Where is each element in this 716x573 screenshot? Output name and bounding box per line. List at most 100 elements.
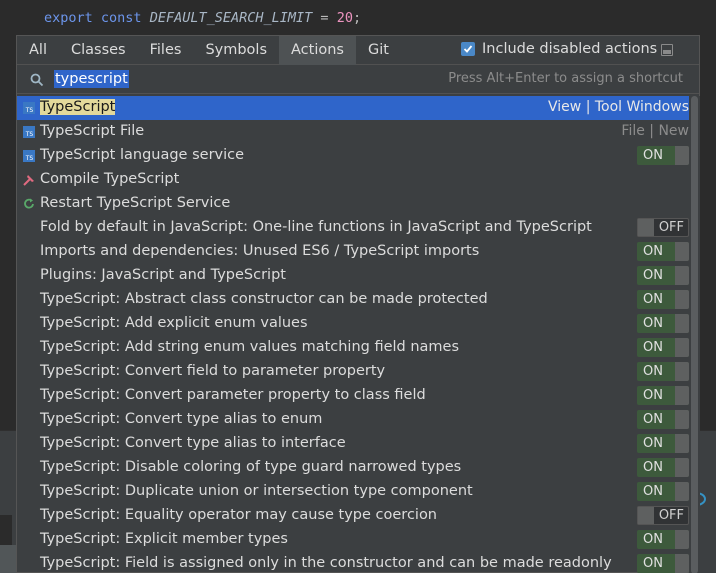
code-number: 20	[336, 10, 353, 26]
toggle-knob	[638, 507, 654, 524]
results-list: TS TypeScript View | Tool Windows TS TypeScr…	[17, 96, 689, 573]
code-constant-name: DEFAULT_SEARCH_LIMIT	[149, 10, 313, 26]
action-label: TypeScript: Convert field to parameter p…	[40, 363, 386, 379]
code-operator: =	[320, 10, 329, 26]
option-toggle[interactable]: ON	[637, 458, 689, 477]
toggle-knob	[675, 314, 689, 333]
svg-text:TS: TS	[25, 155, 34, 162]
code-terminator: ;	[352, 10, 362, 26]
action-location: View | Tool Windows	[548, 99, 689, 115]
action-item[interactable]: TypeScript: Add string enum values match…	[17, 336, 689, 360]
action-item[interactable]: Imports and dependencies: Unused ES6 / T…	[17, 240, 689, 264]
code-line: export const DEFAULT_SEARCH_LIMIT = 20;	[44, 10, 361, 26]
option-toggle[interactable]: ON	[637, 434, 689, 453]
restart-icon	[24, 198, 34, 209]
scrollbar[interactable]	[689, 96, 700, 573]
code-keyword-export: export	[44, 10, 93, 26]
action-item[interactable]: TypeScript: Equality operator may cause …	[17, 504, 689, 528]
option-toggle[interactable]: OFF	[637, 218, 689, 237]
toggle-state: ON	[643, 484, 663, 499]
action-item[interactable]: TypeScript: Field is assigned only in th…	[17, 552, 689, 573]
action-item[interactable]: TypeScript: Convert field to parameter p…	[17, 360, 689, 384]
action-item[interactable]: Compile TypeScript	[17, 168, 689, 192]
toggle-state: ON	[643, 148, 663, 163]
toggle-knob	[675, 554, 689, 573]
svg-text:TS: TS	[25, 107, 34, 114]
toggle-state: OFF	[658, 220, 684, 235]
action-label: Compile TypeScript	[40, 171, 180, 187]
ts-icon: TS	[23, 102, 35, 114]
action-item[interactable]: TypeScript: Explicit member types ON	[17, 528, 689, 552]
tab-files[interactable]: Files	[138, 36, 194, 65]
toggle-knob	[675, 242, 689, 261]
action-label: TypeScript: Convert type alias to enum	[40, 411, 323, 427]
scrollbar-thumb[interactable]	[691, 96, 698, 573]
option-toggle[interactable]: ON	[637, 386, 689, 405]
include-disabled-checkbox[interactable]	[461, 42, 475, 56]
option-toggle[interactable]: ON	[637, 314, 689, 333]
action-item[interactable]: Plugins: JavaScript and TypeScript ON	[17, 264, 689, 288]
action-label: Restart TypeScript Service	[40, 195, 231, 211]
action-label: TypeScript: Add string enum values match…	[40, 339, 460, 355]
option-toggle[interactable]: ON	[637, 338, 689, 357]
tab-all[interactable]: All	[17, 36, 59, 65]
toggle-knob	[675, 338, 689, 357]
search-input[interactable]: typescript	[54, 70, 129, 88]
search-everywhere-popup: All Classes Files Symbols Actions Git In…	[16, 35, 700, 573]
toggle-state: ON	[643, 364, 663, 379]
search-row: typescript Press Alt+Enter to assign a s…	[17, 65, 699, 94]
option-toggle[interactable]: ON	[637, 242, 689, 261]
action-label: TypeScript	[40, 99, 116, 115]
action-label: TypeScript: Convert parameter property t…	[40, 387, 426, 403]
toggle-state: OFF	[658, 508, 684, 523]
action-label: Imports and dependencies: Unused ES6 / T…	[40, 243, 480, 259]
action-item[interactable]: TypeScript: Convert type alias to interf…	[17, 432, 689, 456]
toggle-knob	[675, 458, 689, 477]
option-toggle[interactable]: ON	[637, 290, 689, 309]
tab-actions[interactable]: Actions	[279, 36, 356, 65]
option-toggle[interactable]: ON	[637, 482, 689, 501]
action-location: File | New	[621, 123, 689, 139]
include-disabled-label: Include disabled actions	[482, 41, 658, 57]
option-toggle[interactable]: ON	[637, 410, 689, 429]
action-label: TypeScript: Add explicit enum values	[40, 315, 308, 331]
action-item[interactable]: TypeScript: Add explicit enum values ON	[17, 312, 689, 336]
action-item[interactable]: Fold by default in JavaScript: One-line …	[17, 216, 689, 240]
action-item[interactable]: TS TypeScript File File | New	[17, 120, 689, 144]
toggle-knob	[675, 146, 689, 165]
option-toggle[interactable]: ON	[637, 266, 689, 285]
toggle-state: ON	[643, 316, 663, 331]
action-item[interactable]: TypeScript: Disable coloring of type gua…	[17, 456, 689, 480]
option-toggle[interactable]: ON	[637, 146, 689, 165]
action-label: TypeScript: Duplicate union or intersect…	[40, 483, 473, 499]
action-item[interactable]: TypeScript: Convert type alias to enum ON	[17, 408, 689, 432]
toggle-state: ON	[643, 388, 663, 403]
action-label: TypeScript: Convert type alias to interf…	[40, 435, 346, 451]
action-item[interactable]: TypeScript: Abstract class constructor c…	[17, 288, 689, 312]
option-toggle[interactable]: OFF	[637, 506, 689, 525]
action-item[interactable]: TS TypeScript language service ON	[17, 144, 689, 168]
tab-git[interactable]: Git	[356, 36, 401, 65]
action-label: Fold by default in JavaScript: One-line …	[40, 219, 592, 235]
tab-symbols[interactable]: Symbols	[193, 36, 279, 65]
option-toggle[interactable]: ON	[637, 362, 689, 381]
action-item[interactable]: TS TypeScript View | Tool Windows	[17, 96, 689, 120]
toggle-state: ON	[643, 244, 663, 259]
toggle-state: ON	[643, 532, 663, 547]
svg-text:TS: TS	[25, 131, 34, 138]
action-label: Plugins: JavaScript and TypeScript	[40, 267, 286, 283]
preview-toggle-icon[interactable]	[661, 44, 673, 56]
action-item[interactable]: TypeScript: Duplicate union or intersect…	[17, 480, 689, 504]
toggle-knob	[675, 362, 689, 381]
match-highlight: TypeScript	[40, 99, 116, 115]
shortcut-hint: Press Alt+Enter to assign a shortcut	[448, 71, 683, 86]
action-item[interactable]: Restart TypeScript Service	[17, 192, 689, 216]
option-toggle[interactable]: ON	[637, 530, 689, 549]
option-toggle[interactable]: ON	[637, 554, 689, 573]
toggle-state: ON	[643, 460, 663, 475]
action-item[interactable]: TypeScript: Convert parameter property t…	[17, 384, 689, 408]
action-label: TypeScript: Explicit member types	[40, 531, 288, 547]
tab-classes[interactable]: Classes	[59, 36, 138, 65]
toggle-knob	[675, 410, 689, 429]
include-disabled-toggle[interactable]: Include disabled actions	[461, 41, 657, 57]
